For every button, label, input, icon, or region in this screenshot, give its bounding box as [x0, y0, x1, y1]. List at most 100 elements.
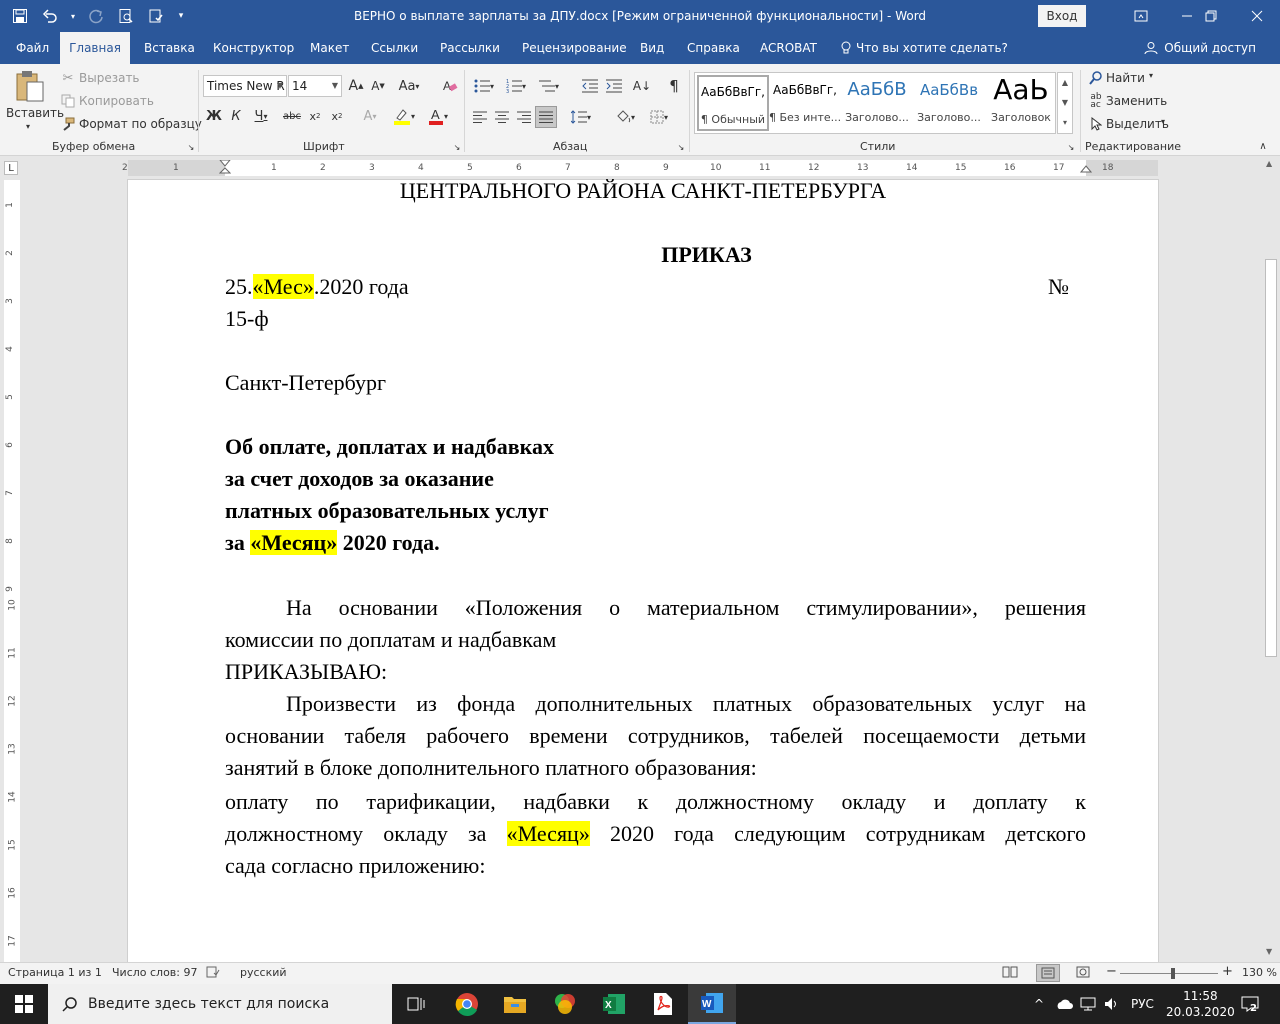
- bullets-icon[interactable]: ▾: [470, 76, 498, 96]
- zoom-slider-thumb[interactable]: [1171, 968, 1175, 979]
- customize-qat-icon[interactable]: ▾: [174, 4, 188, 28]
- zoom-in-icon[interactable]: +: [1222, 964, 1233, 979]
- italic-icon[interactable]: К: [228, 107, 244, 125]
- show-formatting-marks-icon[interactable]: ¶: [664, 76, 684, 96]
- merge-field-month[interactable]: «Месяц»: [506, 821, 590, 846]
- sort-icon[interactable]: A↓: [632, 76, 652, 96]
- tab-design[interactable]: Конструктор: [207, 32, 300, 64]
- file-explorer-icon[interactable]: [491, 984, 539, 1024]
- align-left-icon[interactable]: [470, 108, 490, 126]
- vertical-scrollbar[interactable]: ▲ ▼: [1262, 157, 1280, 962]
- clear-formatting-icon[interactable]: A: [440, 76, 460, 96]
- format-painter-icon[interactable]: [60, 116, 76, 132]
- cut-icon[interactable]: ✂: [60, 70, 76, 86]
- style-title[interactable]: АаЬ Заголовок: [985, 75, 1057, 131]
- paste-icon[interactable]: [12, 68, 48, 104]
- document-page[interactable]: ЦЕНТРАЛЬНОГО РАЙОНА САНКТ-ПЕТЕРБУРГА ПРИ…: [128, 180, 1158, 962]
- chevron-up-icon[interactable]: ▲: [1266, 159, 1272, 168]
- replace-button[interactable]: Заменить: [1106, 94, 1167, 108]
- language[interactable]: русский: [240, 966, 287, 979]
- shrink-font-icon[interactable]: A ▼: [370, 76, 386, 96]
- font-name-box[interactable]: Times New R ▼: [203, 75, 287, 97]
- align-center-icon[interactable]: [492, 108, 512, 126]
- paste-dropdown-icon[interactable]: ▾: [26, 122, 30, 131]
- chrome-icon[interactable]: [443, 984, 491, 1024]
- cut-button[interactable]: Вырезать: [79, 71, 140, 85]
- page-count[interactable]: Страница 1 из 1: [8, 966, 102, 979]
- excel-icon[interactable]: X: [590, 984, 638, 1024]
- clipboard-launcher-icon[interactable]: ↘: [186, 142, 196, 152]
- numbering-icon[interactable]: 1 2 3 ▾: [502, 76, 530, 96]
- justify-icon[interactable]: [535, 106, 557, 128]
- tab-home[interactable]: Главная: [60, 32, 130, 64]
- input-language[interactable]: РУС: [1131, 984, 1154, 1024]
- proofing-icon[interactable]: [206, 966, 220, 981]
- more-styles-icon[interactable]: ▾: [1058, 113, 1072, 133]
- acrobat-icon[interactable]: [639, 984, 687, 1024]
- save-icon[interactable]: [8, 4, 32, 28]
- taskbar-search[interactable]: Введите здесь текст для поиска: [48, 984, 392, 1024]
- redo-icon[interactable]: [84, 4, 108, 28]
- print-preview-icon[interactable]: [114, 4, 138, 28]
- superscript-icon[interactable]: x2: [328, 107, 346, 125]
- select-button[interactable]: Выделить: [1106, 117, 1169, 131]
- styles-scroll[interactable]: ▲ ▼ ▾: [1057, 72, 1073, 134]
- chevron-down-icon[interactable]: ▼: [1266, 947, 1272, 956]
- vertical-ruler[interactable]: 1 2 3 4 5 6 7 8 9 10 11 12 13 14 15 16 1…: [4, 180, 20, 962]
- font-color-icon[interactable]: A ▾: [424, 106, 452, 126]
- zoom-out-icon[interactable]: −: [1106, 964, 1117, 979]
- tab-insert[interactable]: Вставка: [138, 32, 201, 64]
- bold-icon[interactable]: Ж: [206, 107, 222, 125]
- restore-icon[interactable]: [1188, 0, 1234, 32]
- right-indent-icon[interactable]: [1080, 164, 1092, 176]
- sign-in-button[interactable]: Вход: [1038, 5, 1086, 27]
- copy-button[interactable]: Копировать: [79, 94, 154, 108]
- multilevel-list-icon[interactable]: ▾: [534, 76, 564, 96]
- tab-help[interactable]: Справка: [681, 32, 746, 64]
- paragraph-launcher-icon[interactable]: ↘: [676, 142, 686, 152]
- strikethrough-icon[interactable]: abc: [282, 107, 302, 125]
- print-layout-icon[interactable]: [1036, 964, 1060, 982]
- tab-layout[interactable]: Макет: [304, 32, 355, 64]
- style-heading-2[interactable]: АаБбВв Заголово...: [913, 75, 985, 131]
- chevron-up-icon[interactable]: ▲: [1058, 73, 1072, 93]
- find-dropdown-icon[interactable]: ▾: [1149, 71, 1153, 80]
- font-size-box[interactable]: 14 ▼: [288, 75, 342, 97]
- highlight-color-icon[interactable]: ▾: [390, 106, 418, 126]
- read-mode-icon[interactable]: [1002, 966, 1018, 981]
- zoom-slider[interactable]: [1120, 973, 1218, 974]
- tab-acrobat[interactable]: ACROBAT: [754, 32, 823, 64]
- volume-icon[interactable]: [1104, 984, 1120, 1024]
- zoom-level[interactable]: 130 %: [1242, 966, 1277, 979]
- collapse-ribbon-icon[interactable]: ∧: [1256, 140, 1270, 152]
- tab-selector-icon[interactable]: L: [4, 161, 18, 175]
- styles-launcher-icon[interactable]: ↘: [1066, 142, 1076, 152]
- style-no-spacing[interactable]: АаБбВвГг, ¶ Без инте...: [769, 75, 841, 131]
- merge-field-month[interactable]: «Мес»: [252, 274, 314, 299]
- line-spacing-icon[interactable]: ▾: [566, 108, 596, 126]
- change-case-icon[interactable]: Aa ▾: [396, 76, 422, 96]
- font-launcher-icon[interactable]: ↘: [452, 142, 462, 152]
- shading-icon[interactable]: ▾: [610, 108, 640, 126]
- text-effects-icon[interactable]: A ▾: [358, 107, 382, 125]
- ribbon-display-options-icon[interactable]: [1118, 0, 1164, 32]
- style-normal[interactable]: АаБбВвГг, ¶ Обычный: [697, 75, 769, 131]
- task-view-icon[interactable]: [392, 984, 440, 1024]
- onedrive-icon[interactable]: [1055, 984, 1073, 1024]
- copy-icon[interactable]: [60, 93, 76, 109]
- undo-icon[interactable]: [38, 4, 62, 28]
- decrease-indent-icon[interactable]: [580, 76, 600, 96]
- chevron-down-icon[interactable]: ▼: [1058, 93, 1072, 113]
- accessibility-check-icon[interactable]: [144, 4, 168, 28]
- windows-start-icon[interactable]: [0, 984, 48, 1024]
- subscript-icon[interactable]: x2: [306, 107, 324, 125]
- select-dropdown-icon[interactable]: ▾: [1161, 117, 1165, 126]
- increase-indent-icon[interactable]: [604, 76, 624, 96]
- clock[interactable]: 11:58 20.03.2020: [1166, 984, 1235, 1024]
- horizontal-ruler[interactable]: 2 1 1 2 3 4 5 6 7 8 9 10 11 12 13 14 15 …: [122, 160, 1158, 176]
- tab-file[interactable]: Файл: [10, 32, 55, 64]
- grow-font-icon[interactable]: A ▲: [348, 76, 364, 96]
- paste-button[interactable]: Вставить: [6, 106, 64, 120]
- show-hidden-icons[interactable]: ^: [1034, 984, 1044, 1024]
- merge-field-month[interactable]: «Месяц»: [250, 530, 338, 555]
